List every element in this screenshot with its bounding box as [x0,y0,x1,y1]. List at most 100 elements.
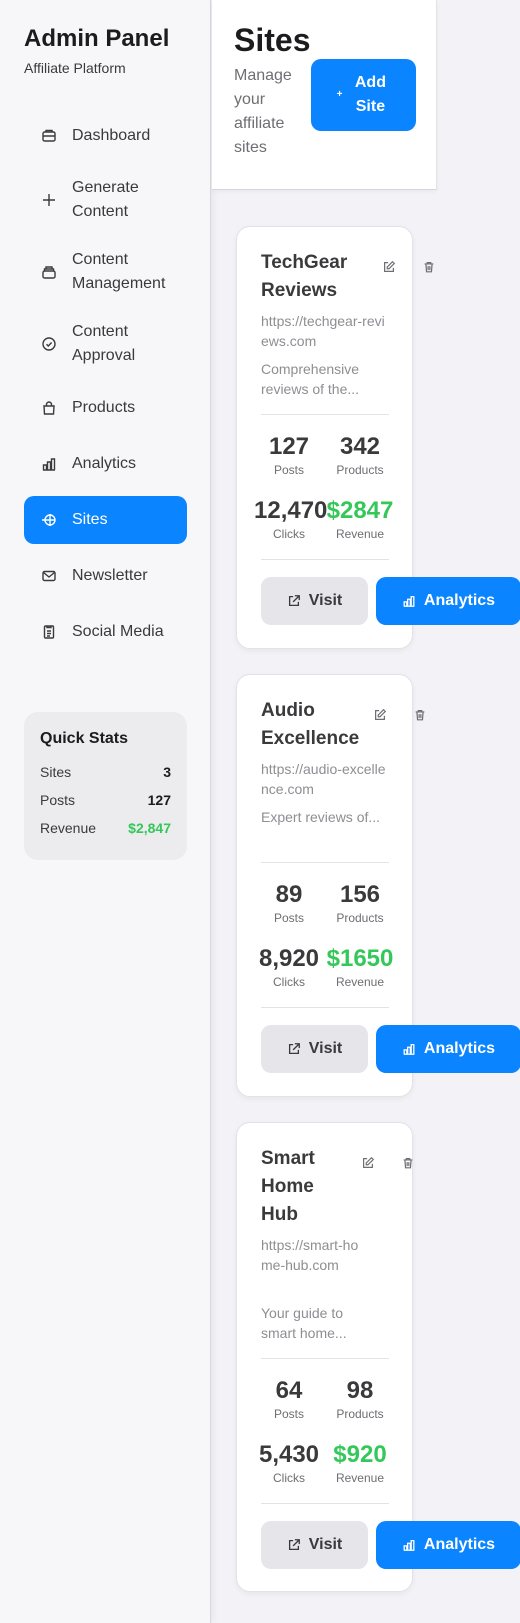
stat-label: Revenue [335,527,385,541]
analytics-button[interactable]: Analytics [376,1025,520,1073]
trash-icon[interactable] [412,707,428,723]
brand: Admin Panel Affiliate Platform [24,24,169,76]
stat-value: $2847 [326,497,394,524]
site-name: Smart Home Hub [261,1148,315,1225]
mail-icon [40,567,58,585]
stat-revenue: $2847 Revenue [325,496,395,542]
stat-value: 156 [339,881,381,908]
stat-value: 12,470 [254,497,328,524]
visit-button[interactable]: Visit [261,1521,368,1569]
analytics-label: Analytics [423,592,496,609]
quick-stat-value: 127 [147,792,171,808]
sidebar-item-dashboard[interactable]: Dashboard [24,112,187,160]
content-icon [40,263,58,281]
visit-label: Visit [308,1040,343,1057]
sidebar-item-analytics[interactable]: Analytics [24,440,187,488]
stat-value: 64 [275,1377,303,1404]
add-site-button[interactable]: + Add Site [311,59,416,131]
sidebar-item-social-media[interactable]: Social Media [24,608,187,656]
plus-icon [40,191,58,209]
chart-icon [402,594,416,608]
quick-stat-label: Revenue [40,820,97,836]
sidebar-item-sites[interactable]: Sites [24,496,187,544]
stat-products: 156 Products [325,880,395,926]
site-url[interactable]: https://audio-excellence.com [261,759,386,799]
sidebar-item-label: Content Approval [72,323,136,364]
site-description: Comprehensive reviews of the... [261,361,360,397]
stat-clicks: 8,920 Clicks [254,944,324,990]
site-description: Expert reviews of... [261,809,381,825]
bag-icon [40,399,58,417]
sidebar-item-generate-content[interactable]: Generate Content [24,168,187,232]
stat-clicks: 5,430 Clicks [254,1440,324,1486]
site-url[interactable]: https://smart-home-hub.com [261,1235,361,1275]
site-url[interactable]: https://techgear-reviews.com [261,311,386,351]
stat-posts: 64 Posts [254,1376,324,1422]
external-link-icon [287,594,301,608]
stat-value: $920 [333,1441,387,1468]
sidebar-item-newsletter[interactable]: Newsletter [24,552,187,600]
stat-label: Posts [273,1407,304,1421]
edit-icon[interactable] [372,707,388,723]
stat-products: 342 Products [325,432,395,478]
page-subtitle: Manage your affiliate sites [234,67,292,156]
quick-stat-value: $2,847 [128,820,171,836]
sidebar: Admin Panel Affiliate Platform Dashboard… [0,0,211,1623]
quick-stats-title: Quick Stats [40,730,129,747]
chart-icon [402,1042,416,1056]
sidebar-nav: Dashboard Generate Content Content Manag… [24,112,187,656]
check-circle-icon [40,335,58,353]
quick-stat-row: Revenue $2,847 [40,814,171,842]
analytics-button[interactable]: Analytics [376,1521,520,1569]
site-description: Your guide to smart home... [261,1305,347,1341]
stat-revenue: $920 Revenue [325,1440,395,1486]
stat-label: Posts [273,911,304,925]
visit-button[interactable]: Visit [261,1025,368,1073]
divider [261,862,389,863]
sidebar-item-label: Social Media [72,623,164,640]
divider [261,1358,389,1359]
brand-subtitle: Affiliate Platform [24,60,126,76]
sidebar-item-label: Analytics [72,455,137,472]
sidebar-item-content-approval[interactable]: Content Approval [24,312,187,376]
edit-icon[interactable] [360,1155,376,1171]
stat-value: 98 [346,1377,374,1404]
stat-value: $1650 [326,945,394,972]
stat-value: 342 [339,433,381,460]
stat-revenue: $1650 Revenue [325,944,395,990]
visit-label: Visit [308,592,343,609]
sidebar-item-products[interactable]: Products [24,384,187,432]
sidebar-item-label: Dashboard [72,127,151,144]
sidebar-item-label: Sites [72,511,108,528]
divider [261,414,389,415]
trash-icon[interactable] [421,259,437,275]
sidebar-item-label: Content Management [72,251,166,292]
quick-stat-row: Sites 3 [40,758,171,786]
stat-label: Products [336,463,384,477]
stat-value: 8,920 [258,945,320,972]
quick-stat-label: Sites [40,764,72,780]
analytics-button[interactable]: Analytics [376,577,520,625]
plus-icon: + [336,89,343,100]
divider [261,1007,389,1008]
sidebar-item-label: Products [72,399,136,416]
stat-label: Clicks [273,1471,305,1485]
quick-stat-value: 3 [163,764,171,780]
sites-icon [40,511,58,529]
page-title: Sites [234,22,311,58]
edit-icon[interactable] [381,259,397,275]
brand-title: Admin Panel [24,25,170,52]
quick-stat-label: Posts [40,792,76,808]
stat-label: Posts [273,463,304,477]
external-link-icon [287,1538,301,1552]
stat-products: 98 Products [325,1376,395,1422]
stat-clicks: 12,470 Clicks [254,496,328,542]
quick-stats-panel: Quick Stats Sites 3 Posts 127 Revenue $2… [24,712,187,860]
visit-button[interactable]: Visit [261,577,368,625]
stat-value: 89 [275,881,303,908]
trash-icon[interactable] [400,1155,416,1171]
analytics-label: Analytics [423,1040,496,1057]
sidebar-item-content-management[interactable]: Content Management [24,240,187,304]
stat-label: Revenue [335,975,385,989]
site-card: Audio Excellence https://audio-excellenc… [236,674,520,1097]
